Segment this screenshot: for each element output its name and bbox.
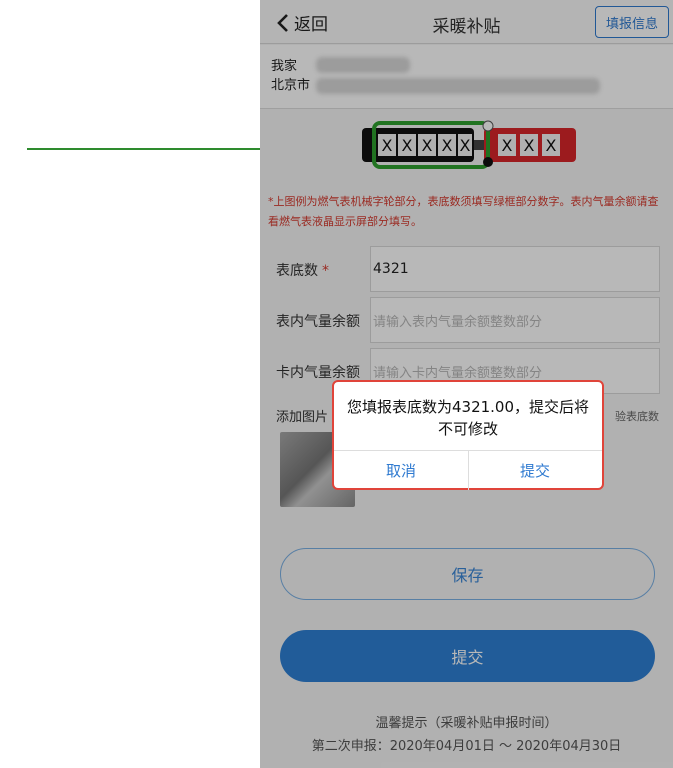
dialog-message: 您填报表底数为4321.00，提交后将不可修改 (346, 398, 590, 438)
dialog-confirm-button[interactable]: 提交 (468, 450, 602, 490)
confirm-dialog: 您填报表底数为4321.00，提交后将不可修改 取消 提交 (332, 380, 604, 490)
phone-screen: 返回 采暖补贴 填报信息 我家 北京市 X X X X X X X X *上图例… (260, 0, 673, 768)
screenshot-canvas: 返回 采暖补贴 填报信息 我家 北京市 X X X X X X X X *上图例… (0, 0, 673, 768)
dialog-cancel-button[interactable]: 取消 (334, 450, 468, 490)
